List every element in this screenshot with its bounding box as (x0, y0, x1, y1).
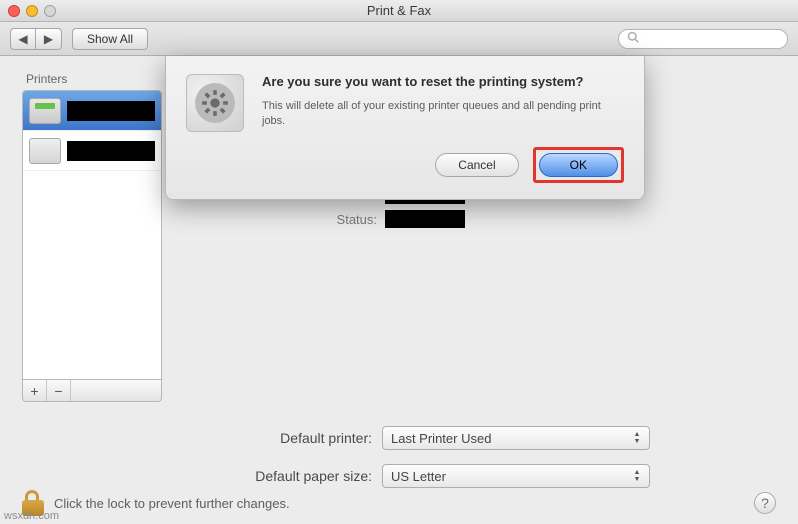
search-icon (627, 30, 639, 48)
printer-icon (29, 138, 61, 164)
ok-button[interactable]: OK (539, 153, 618, 177)
default-printer-value: Last Printer Used (391, 431, 491, 446)
status-label: Status: (180, 212, 385, 227)
ok-highlight: OK (533, 147, 624, 183)
dialog-heading: Are you sure you want to reset the print… (262, 74, 624, 91)
printer-icon (29, 98, 61, 124)
printers-list[interactable] (22, 90, 162, 380)
popup-arrows-icon: ▲▼ (629, 429, 645, 447)
printer-row-2[interactable] (23, 131, 161, 171)
confirm-reset-sheet: Are you sure you want to reset the print… (165, 56, 645, 200)
search-input[interactable] (643, 32, 779, 46)
popup-arrows-icon: ▲▼ (629, 467, 645, 485)
lock-text: Click the lock to prevent further change… (54, 496, 290, 511)
remove-printer-button[interactable]: − (47, 380, 71, 401)
system-prefs-icon (186, 74, 244, 132)
help-button[interactable]: ? (754, 492, 776, 514)
cancel-button[interactable]: Cancel (435, 153, 518, 177)
add-printer-button[interactable]: + (23, 380, 47, 401)
lock-area[interactable]: Click the lock to prevent further change… (22, 490, 290, 516)
show-all-button[interactable]: Show All (72, 28, 148, 50)
watermark: wsxdn.com (4, 510, 59, 522)
toolbar: ◀ ▶ Show All (0, 22, 798, 56)
printer-row-1[interactable] (23, 91, 161, 131)
nav-segment: ◀ ▶ (10, 28, 62, 50)
printer-name-redacted (67, 101, 155, 121)
printers-heading: Printers (26, 72, 162, 86)
status-value-redacted (385, 210, 465, 228)
printer-name-redacted (67, 141, 155, 161)
default-printer-popup[interactable]: Last Printer Used ▲▼ (382, 426, 650, 450)
footer: Click the lock to prevent further change… (22, 490, 776, 516)
titlebar: Print & Fax (0, 0, 798, 22)
forward-button[interactable]: ▶ (36, 28, 62, 50)
back-button[interactable]: ◀ (10, 28, 36, 50)
dialog-message: This will delete all of your existing pr… (262, 99, 624, 129)
paper-size-popup[interactable]: US Letter ▲▼ (382, 464, 650, 488)
paper-size-label: Default paper size: (22, 468, 382, 484)
default-printer-label: Default printer: (22, 430, 382, 446)
add-remove-bar: + − (22, 380, 162, 402)
paper-size-value: US Letter (391, 469, 446, 484)
gear-icon (201, 89, 229, 117)
window-title: Print & Fax (0, 3, 798, 18)
search-field[interactable] (618, 29, 788, 49)
